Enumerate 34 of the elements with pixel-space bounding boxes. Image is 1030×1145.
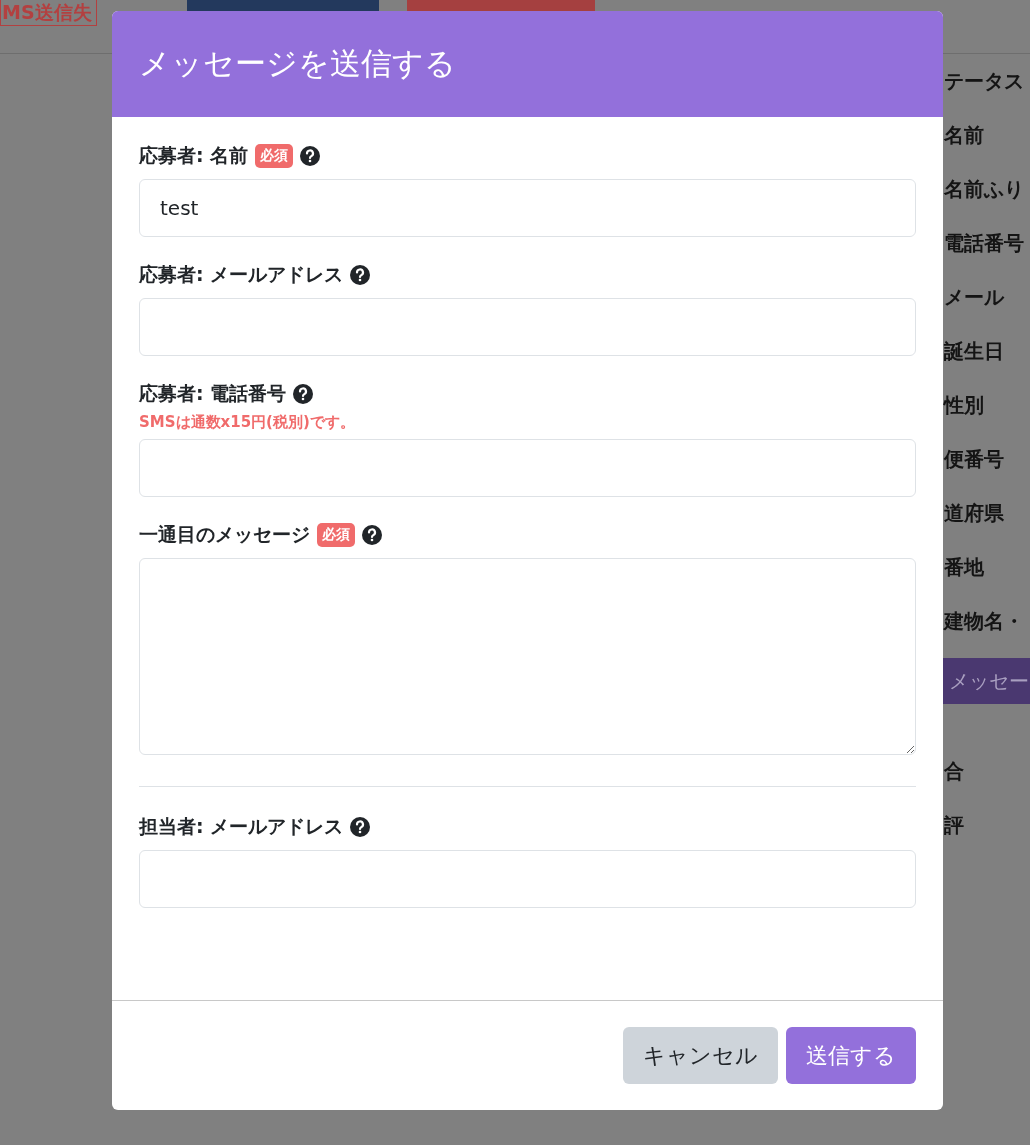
sms-note: SMSは通数x15円(税別)です。 (139, 413, 356, 432)
help-icon[interactable] (300, 146, 321, 166)
field-label: メール (943, 283, 1006, 311)
field-label: 電話番号 (943, 229, 1025, 257)
field-label: テータス (943, 67, 1025, 95)
field-label: 応募者: 電話番号 (139, 381, 287, 406)
help-icon[interactable] (350, 265, 371, 285)
cancel-button[interactable]: キャンセル (623, 1027, 778, 1084)
field-label: 便番号 (943, 445, 1005, 473)
field-label: 番地 (943, 553, 985, 581)
field-label: 一通目のメッセージ (139, 522, 310, 547)
field-label: 性別 (943, 391, 985, 419)
help-icon[interactable] (293, 384, 314, 404)
input-field[interactable] (139, 298, 916, 356)
field-label: 名前 (943, 121, 985, 149)
field-label: 誕生日 (943, 337, 1005, 365)
modal-title: メッセージを送信する (139, 44, 456, 83)
field-label: 建物名・ (943, 607, 1025, 635)
field-label: 応募者: メールアドレス (139, 262, 344, 287)
field-label: 担当者: メールアドレス (139, 814, 344, 839)
send-button[interactable]: 送信する (786, 1027, 916, 1084)
required-badge: 必須 (317, 523, 355, 547)
input-field[interactable] (139, 439, 916, 497)
help-icon[interactable] (350, 817, 371, 837)
message-button[interactable]: メッセー (943, 658, 1030, 704)
field-label: 道府県 (943, 499, 1005, 527)
field-label: 合 (943, 757, 965, 785)
input-field[interactable]: test (139, 179, 916, 237)
input-field[interactable] (139, 850, 916, 908)
required-badge: 必須 (255, 144, 294, 168)
field-label: 応募者: 名前 (139, 143, 249, 168)
help-icon[interactable] (362, 525, 382, 545)
field-label: 評 (943, 811, 965, 839)
field-label: 名前ふり (943, 175, 1025, 203)
